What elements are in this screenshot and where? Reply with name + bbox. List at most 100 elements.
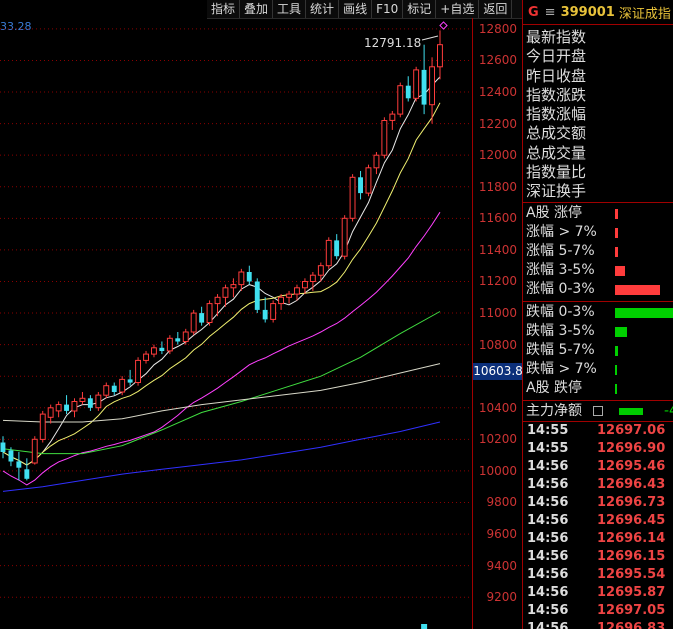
tick-price: 12695.54: [597, 566, 666, 582]
candle-body: [437, 44, 443, 68]
market-tag: G: [528, 4, 539, 20]
candle-body: [373, 154, 380, 169]
candle-body: [95, 394, 102, 409]
candlestick-chart[interactable]: [0, 18, 472, 629]
candle-body: [286, 293, 293, 298]
toolbar-button[interactable]: 工具: [273, 0, 307, 18]
candle-body: [317, 265, 324, 276]
grid-icon[interactable]: [593, 405, 603, 416]
dist-row: 涨幅 0-3%: [523, 280, 673, 299]
tick-row[interactable]: 14:56 12696.14: [523, 530, 673, 548]
tick-price: 12696.15: [597, 548, 666, 564]
stat-label: 总成交量: [526, 143, 587, 162]
tick-row[interactable]: 14:56 12696.83: [523, 620, 673, 629]
dist-label: 跌幅 5-7%: [526, 341, 595, 358]
toolbar-button[interactable]: F10: [372, 0, 404, 18]
candle-body: [397, 85, 404, 115]
tick-row[interactable]: 14:56 12695.87: [523, 584, 673, 602]
candle-body: [341, 217, 348, 257]
axis-tick-label: 10200: [478, 432, 517, 447]
tick-time: 14:56: [527, 512, 569, 528]
tick-price: 12696.73: [597, 494, 666, 510]
axis-tick-label: 12800: [478, 21, 517, 36]
quote-panel: G ≡ 399001 深证成指 最新指数 今日开盘 昨日收盘 指数涨跌 指数涨幅 总成交额…: [522, 0, 673, 629]
toolbar-button[interactable]: 标记: [403, 0, 437, 18]
candle-body: [151, 347, 157, 355]
toolbar-button[interactable]: 画线: [339, 0, 373, 18]
toolbar-button[interactable]: +自选: [436, 0, 480, 18]
axis-tick-label: 12400: [478, 85, 517, 100]
main-flow-row: 主力净额 -4: [523, 401, 673, 422]
candle-body: [119, 378, 126, 393]
candle-body: [365, 167, 372, 194]
tick-row[interactable]: 14:56 12696.43: [523, 476, 673, 494]
tick-row[interactable]: 14:56 12695.54: [523, 566, 673, 584]
candle-body: [166, 337, 173, 352]
dist-bar: [615, 227, 618, 238]
chart-toolbar: 指标 叠加 工具 统计 画线 F10 标记 +自选 返回: [207, 0, 522, 19]
volume-bar: [421, 624, 428, 629]
toolbar-button[interactable]: 返回: [479, 0, 513, 18]
candle-body: [16, 461, 22, 468]
stat-label: 深证换手: [526, 182, 587, 201]
tick-row[interactable]: 14:55 12696.90: [523, 440, 673, 458]
candle-body: [389, 113, 396, 121]
tick-price: 12696.43: [597, 476, 666, 492]
dist-bar: [615, 345, 618, 356]
candle-body: [55, 404, 62, 412]
peak-price-annotation: 12791.18: [364, 36, 422, 50]
toolbar-button[interactable]: 叠加: [240, 0, 274, 18]
candle-body: [214, 296, 221, 305]
tick-row[interactable]: 14:56 12697.05: [523, 602, 673, 620]
tick-time: 14:56: [527, 494, 569, 510]
main-flow-bar: [619, 407, 643, 415]
tick-list[interactable]: 14:55 12697.06 14:55 12696.90 14:56 12695.46 1…: [523, 422, 673, 629]
dist-row: A股 跌停: [523, 379, 673, 398]
tick-price: 12696.45: [597, 512, 666, 528]
candle-body: [111, 385, 117, 392]
axis-tick-label: 9400: [486, 558, 517, 573]
dist-label: 涨幅 0-3%: [526, 281, 595, 298]
candle-body: [31, 438, 38, 464]
candle-body: [262, 309, 268, 320]
stat-label: 指数涨幅: [526, 105, 587, 124]
tick-price: 12696.83: [597, 620, 666, 629]
axis-tick-label: 12000: [478, 148, 517, 163]
dist-row: 涨幅 3-5%: [523, 261, 673, 280]
index-name: 深证成指: [618, 6, 671, 22]
main-flow-value: -4: [664, 402, 673, 419]
candle-body: [278, 296, 285, 305]
candle-body: [302, 281, 308, 289]
dist-label: 涨幅 5-7%: [526, 243, 595, 260]
ma60-line: [2, 311, 441, 455]
candle-body: [182, 331, 189, 342]
candle-body: [349, 176, 356, 219]
candle-body: [309, 274, 316, 283]
axis-tick-label: 12200: [478, 116, 517, 131]
toolbar-button[interactable]: 统计: [306, 0, 340, 18]
tick-row[interactable]: 14:56 12696.15: [523, 548, 673, 566]
dist-row: 跌幅 0-3%: [523, 303, 673, 322]
index-stats: 最新指数 今日开盘 昨日收盘 指数涨跌 指数涨幅 总成交额 总成交量 指数量比 深证换手: [523, 25, 673, 203]
tick-row[interactable]: 14:56 12696.45: [523, 512, 673, 530]
stat-label: 总成交额: [526, 124, 587, 143]
tick-time: 14:56: [527, 476, 569, 492]
candle-body: [64, 404, 69, 411]
candle-body: [47, 407, 54, 418]
axis-tick-label: 11800: [478, 179, 517, 194]
tick-row[interactable]: 14:55 12697.06: [523, 422, 673, 440]
candle-body: [246, 272, 252, 282]
stat-label: 指数涨跌: [526, 85, 587, 104]
stat-label: 昨日收盘: [526, 66, 587, 85]
menu-icon[interactable]: ≡: [545, 5, 556, 20]
tick-row[interactable]: 14:56 12696.73: [523, 494, 673, 512]
tick-price: 12697.06: [597, 422, 666, 438]
candle-body: [254, 281, 260, 310]
volume-bars: [421, 624, 428, 629]
dist-bar: [615, 307, 673, 318]
tick-row[interactable]: 14:56 12695.46: [523, 458, 673, 476]
index-header[interactable]: G ≡ 399001 深证成指: [523, 0, 673, 25]
toolbar-button[interactable]: 指标: [207, 0, 241, 18]
ma250-line: [2, 421, 441, 492]
tick-time: 14:56: [527, 602, 569, 618]
